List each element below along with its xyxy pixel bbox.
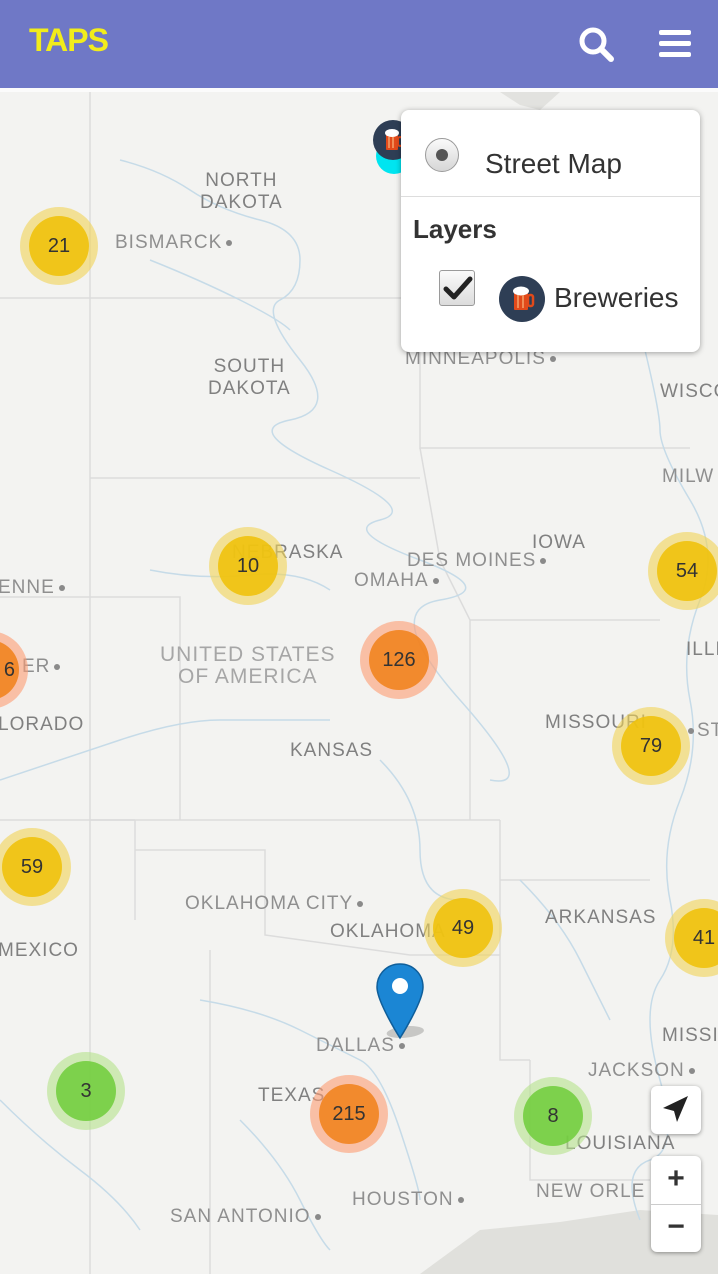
city-bismarck: BISMARCK — [115, 232, 233, 254]
city-cheyenne: ENNE — [0, 577, 65, 599]
hamburger-menu-icon[interactable] — [656, 22, 696, 66]
state-label-mississippi: MISSIS — [662, 1025, 718, 1046]
cluster-count: 215 — [319, 1084, 379, 1144]
app-brand[interactable]: TAPS — [29, 22, 109, 59]
checkmark-icon — [443, 276, 473, 300]
beer-mug-icon — [499, 276, 545, 322]
locate-button[interactable] — [651, 1086, 701, 1134]
location-pin-icon[interactable] — [376, 962, 446, 1047]
cluster-marker[interactable]: 3 — [47, 1052, 125, 1130]
cluster-marker[interactable]: 8 — [514, 1077, 592, 1155]
search-icon[interactable] — [576, 22, 616, 66]
cluster-count: 41 — [674, 908, 718, 968]
city-houston: HOUSTON — [352, 1189, 464, 1211]
cluster-count: 21 — [29, 216, 89, 276]
breweries-checkbox[interactable] — [439, 270, 475, 306]
state-label-wisconsin: WISCO — [660, 381, 718, 402]
country-label-usa: UNITED STATES OF AMERICA — [160, 643, 336, 688]
state-label-kansas: KANSAS — [290, 740, 374, 761]
cluster-count: 59 — [2, 837, 62, 897]
cluster-marker[interactable]: 79 — [612, 707, 690, 785]
state-label-north-dakota: NORTH DAKOTA — [200, 170, 283, 213]
city-oklahoma-city: OKLAHOMA CITY — [185, 893, 364, 915]
cluster-count: 6 — [0, 640, 19, 700]
city-st-louis: ST — [688, 720, 718, 742]
city-new-orleans: NEW ORLE — [536, 1181, 646, 1202]
cluster-count: 10 — [218, 536, 278, 596]
cluster-marker[interactable]: 54 — [648, 532, 718, 610]
cluster-count: 126 — [369, 630, 429, 690]
cluster-marker[interactable]: 10 — [209, 527, 287, 605]
cluster-marker[interactable]: 215 — [310, 1075, 388, 1153]
zoom-in-button[interactable]: + — [651, 1162, 701, 1196]
layer-control-panel: Street Map Layers Breweries — [401, 110, 700, 352]
layers-title: Layers — [413, 214, 497, 244]
zoom-control: + − — [651, 1156, 701, 1252]
state-label-new-mexico: MEXICO — [0, 940, 79, 961]
street-map-label[interactable]: Street Map — [485, 148, 622, 180]
cluster-count: 49 — [433, 898, 493, 958]
city-omaha: OMAHA — [354, 570, 439, 592]
state-label-colorado: LORADO — [0, 714, 85, 735]
cluster-marker[interactable]: 21 — [20, 207, 98, 285]
state-label-arkansas: ARKANSAS — [545, 907, 657, 928]
cluster-count: 8 — [523, 1086, 583, 1146]
app-header: TAPS — [0, 0, 718, 88]
lake-water — [500, 92, 560, 110]
zoom-divider — [651, 1204, 701, 1205]
breweries-label[interactable]: Breweries — [554, 282, 678, 314]
street-map-radio[interactable] — [425, 138, 459, 172]
city-jackson: JACKSON — [588, 1060, 695, 1082]
cluster-marker[interactable]: 49 — [424, 889, 502, 967]
state-label-south-dakota: SOUTH DAKOTA — [208, 356, 291, 399]
cluster-marker[interactable]: 126 — [360, 621, 438, 699]
zoom-out-button[interactable]: − — [651, 1210, 701, 1244]
city-des-moines: DES MOINES — [407, 550, 547, 572]
state-label-illinois: ILLI — [686, 639, 718, 660]
layer-divider — [401, 196, 700, 197]
locate-arrow-icon — [663, 1096, 688, 1122]
cluster-count: 54 — [657, 541, 717, 601]
city-milwaukee: MILW — [662, 466, 715, 487]
cluster-count: 3 — [56, 1061, 116, 1121]
cluster-count: 79 — [621, 716, 681, 776]
city-san-antonio: SAN ANTONIO — [170, 1206, 321, 1228]
